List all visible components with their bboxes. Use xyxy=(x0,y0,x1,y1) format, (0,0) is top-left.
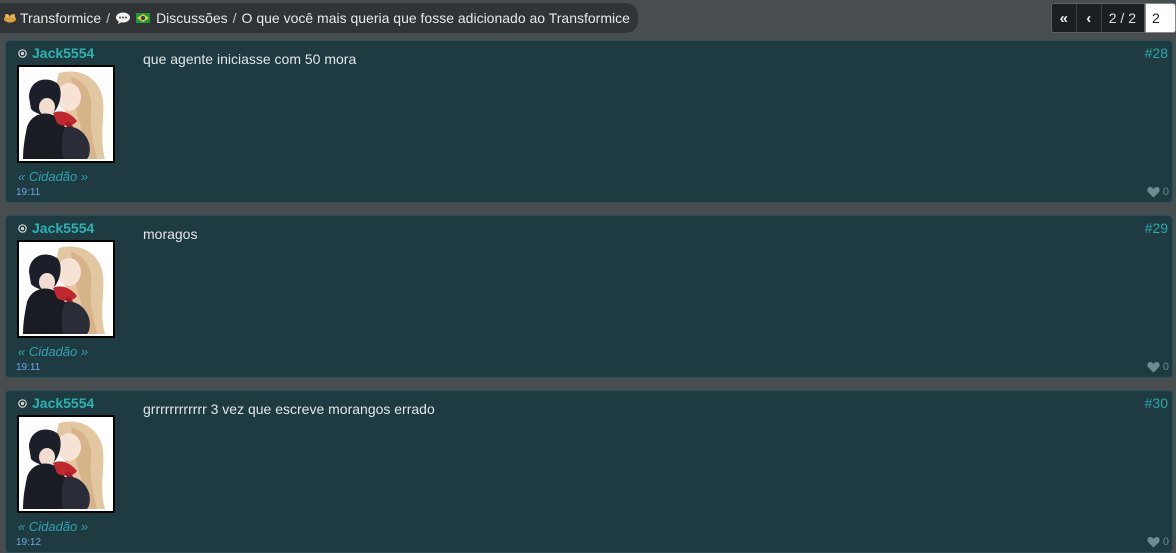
top-bar: Transformice / Discussões / O que você m… xyxy=(0,0,1176,36)
author-name[interactable]: Jack5554 xyxy=(32,45,94,61)
status-icon xyxy=(18,48,27,58)
post-author: Jack5554 xyxy=(18,45,94,61)
breadcrumb-section-link[interactable]: Transformice xyxy=(20,10,101,26)
breadcrumb: Transformice / Discussões / O que você m… xyxy=(0,3,638,33)
previous-page-button[interactable]: ‹ xyxy=(1077,4,1102,32)
heart-icon xyxy=(1147,537,1160,548)
avatar[interactable] xyxy=(17,415,115,513)
post-author: Jack5554 xyxy=(18,220,94,236)
post-time[interactable]: 19:12 xyxy=(16,537,41,548)
brazil-flag-icon xyxy=(136,13,151,23)
breadcrumb-thread-title[interactable]: O que você mais queria que fosse adicion… xyxy=(242,10,630,26)
first-page-button[interactable]: « xyxy=(1052,4,1077,32)
heart-icon xyxy=(1147,362,1160,373)
author-rank: « Cidadão » xyxy=(18,169,89,184)
mouse-icon xyxy=(4,14,16,23)
author-name[interactable]: Jack5554 xyxy=(32,220,94,236)
status-icon xyxy=(18,398,27,408)
like-count: 0 xyxy=(1162,186,1169,198)
post-content: grrrrrrrrrrrr 3 vez que escreve morangos… xyxy=(143,401,435,417)
like-count: 0 xyxy=(1162,536,1169,548)
breadcrumb-separator: / xyxy=(106,10,111,26)
page-number-input[interactable] xyxy=(1145,3,1176,33)
post-number[interactable]: #29 xyxy=(1145,220,1168,236)
breadcrumb-separator: / xyxy=(232,10,237,26)
pagination-controls: « ‹ 2 / 2 xyxy=(1050,3,1145,33)
like-button[interactable]: 0 xyxy=(1147,361,1169,373)
post-time[interactable]: 19:11 xyxy=(16,362,40,373)
post-content: que agente iniciasse com 50 mora xyxy=(143,51,357,67)
like-button[interactable]: 0 xyxy=(1147,186,1169,198)
author-rank: « Cidadão » xyxy=(18,519,89,534)
post-number[interactable]: #28 xyxy=(1145,45,1168,61)
page-indicator: 2 / 2 xyxy=(1108,10,1136,26)
post: Jack5554 « Cidadão » 19:11 que agente in… xyxy=(5,40,1173,203)
post-number[interactable]: #30 xyxy=(1145,395,1168,411)
like-count: 0 xyxy=(1162,361,1169,373)
speech-bubble-icon xyxy=(116,12,131,24)
like-button[interactable]: 0 xyxy=(1147,536,1169,548)
avatar[interactable] xyxy=(17,240,115,338)
author-rank: « Cidadão » xyxy=(18,344,89,359)
post: Jack5554 « Cidadão » 19:12 grrrrrrrrrrrr… xyxy=(5,390,1173,553)
avatar[interactable] xyxy=(17,65,115,163)
post-author: Jack5554 xyxy=(18,395,94,411)
post-time[interactable]: 19:11 xyxy=(16,187,40,198)
pagination: « ‹ 2 / 2 xyxy=(1050,3,1176,33)
heart-icon xyxy=(1147,187,1160,198)
author-name[interactable]: Jack5554 xyxy=(32,395,94,411)
post-content: moragos xyxy=(143,226,198,242)
status-icon xyxy=(18,223,27,233)
post: Jack5554 « Cidadão » 19:11 moragos #29 0 xyxy=(5,215,1173,378)
breadcrumb-forum-link[interactable]: Discussões xyxy=(156,10,228,26)
